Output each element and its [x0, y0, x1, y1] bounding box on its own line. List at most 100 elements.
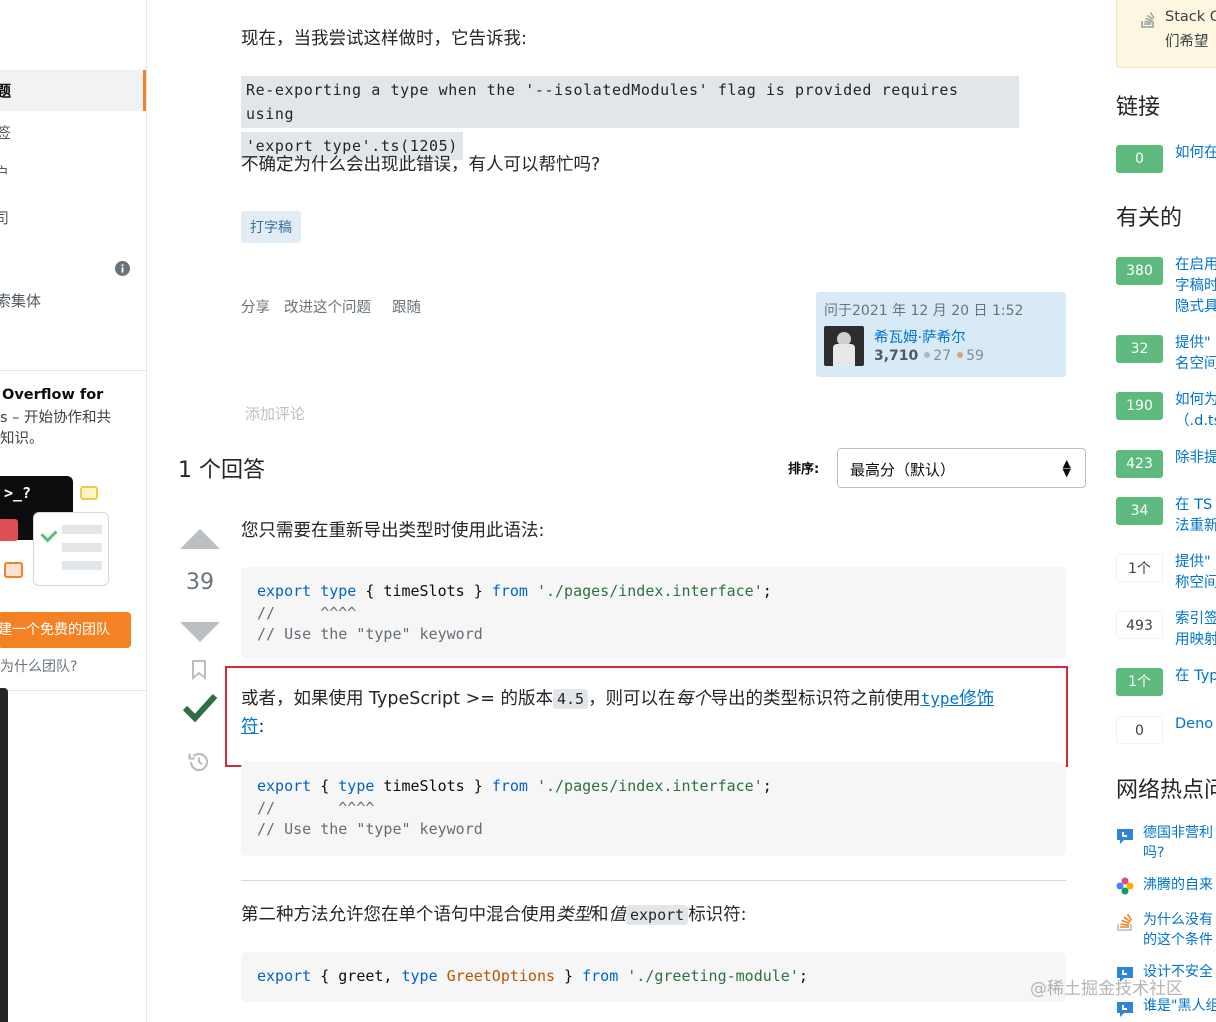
info-icon[interactable]: [115, 261, 130, 276]
downvote-button[interactable]: [180, 622, 220, 642]
divider: [0, 370, 146, 371]
related-score[interactable]: 34: [1116, 497, 1163, 525]
sort-select[interactable]: 最高分（默认） ▲ ▼: [837, 448, 1086, 488]
link-text: 符: [241, 717, 259, 737]
bookmark-icon[interactable]: [191, 660, 207, 680]
blog-link[interactable]: Stack O: [1165, 9, 1216, 25]
code-text: }: [555, 967, 583, 985]
teams-desc-line: 知识。: [0, 431, 44, 447]
left-sidebar: 题 签 户 司 索集体 Overflow for s – 开始协作和共 知识。 …: [0, 0, 147, 1022]
hot-question-link[interactable]: 德国非营利 吗?: [1143, 823, 1213, 863]
blog-text: 们希望: [1165, 34, 1209, 50]
related-score[interactable]: 423: [1116, 450, 1163, 478]
related-score[interactable]: 190: [1116, 392, 1163, 420]
related-question-link[interactable]: 提供" 称空间: [1175, 552, 1216, 594]
related-question-link[interactable]: Deno: [1175, 714, 1213, 735]
avatar[interactable]: [824, 326, 864, 366]
text-segment: 标识符:: [688, 905, 747, 925]
code-comment: // ^^^^: [257, 603, 357, 622]
link-line: 称空间: [1175, 575, 1216, 591]
code-type: GreetOptions: [446, 967, 556, 985]
question-paragraph: 现在，当我尝试这样做时，它告诉我:: [241, 29, 527, 49]
code-keyword: from: [491, 777, 528, 795]
divider: [241, 880, 1066, 881]
nav-item-companies[interactable]: 司: [0, 207, 9, 228]
code-keyword: export: [257, 777, 312, 795]
code-comment: // Use the "type" keyword: [257, 625, 483, 643]
select-arrows-icon: ▲ ▼: [1062, 457, 1071, 479]
nav-item-label: 题: [0, 80, 11, 101]
add-comment-link[interactable]: 添加评论: [245, 403, 305, 424]
answer-count-heading: 1 个回答: [178, 458, 265, 483]
linked-question-link[interactable]: 如何在: [1175, 143, 1216, 164]
accepted-checkmark-icon: [182, 693, 218, 723]
hot-question-link[interactable]: 沸腾的自来: [1143, 875, 1213, 895]
code-block: export { greet, type GreetOptions } from…: [241, 952, 1066, 1002]
code-text: {: [311, 777, 339, 795]
related-heading: 有关的: [1116, 206, 1183, 231]
related-score[interactable]: 380: [1116, 257, 1163, 285]
follow-link[interactable]: 跟随: [392, 296, 421, 317]
related-question-link[interactable]: 在 Typ: [1175, 666, 1216, 687]
related-score[interactable]: 1个: [1116, 668, 1163, 696]
code-keyword: export: [257, 582, 312, 600]
emphasis-text: 值: [608, 905, 627, 925]
sort-label: 排序:: [788, 462, 820, 477]
improve-question-link[interactable]: 改进这个问题: [284, 296, 371, 317]
related-score[interactable]: 32: [1116, 335, 1163, 363]
teams-illustration: >_?: [0, 476, 112, 588]
related-question-link[interactable]: 在启用 字稿时 隐式具: [1175, 255, 1216, 318]
code-text: ;: [762, 582, 772, 600]
divider: [0, 690, 146, 691]
hot-question-link[interactable]: 为什么没有 的这个条件: [1143, 910, 1213, 950]
nav-item-explore-collectives[interactable]: 索集体: [0, 290, 41, 311]
linked-heading: 链接: [1116, 95, 1161, 120]
nav-item-tags[interactable]: 签: [0, 122, 11, 143]
answer-paragraph: 您只需要在重新导出类型时使用此语法:: [241, 521, 545, 541]
related-question-link[interactable]: 索引签 用映射: [1175, 609, 1216, 651]
link-line: 字稿时: [1175, 278, 1216, 294]
code-text: { greet,: [311, 967, 402, 985]
teams-description: s – 开始协作和共 知识。: [0, 408, 146, 450]
chat-bubble-icon: [80, 486, 98, 500]
emphasis-text: 类型: [556, 905, 591, 925]
silver-badge-icon: [924, 352, 931, 358]
asked-timestamp: 问于2021 年 12 月 20 日 1:52: [824, 303, 1024, 319]
hot-question-link[interactable]: 谁是"黑人组: [1143, 996, 1216, 1016]
right-sidebar: Stack O 们希望 链接 0 如何在 有关的 380 在启用 字稿时 隐式具 3…: [1104, 0, 1216, 1022]
link-line: 德国非营利: [1143, 825, 1213, 841]
terminal-text: >_?: [4, 484, 32, 502]
code-block: export { type timeSlots } from './pages/…: [241, 762, 1066, 856]
upvote-button[interactable]: [180, 529, 220, 549]
related-score[interactable]: 493: [1116, 611, 1163, 639]
linked-score[interactable]: 0: [1116, 145, 1163, 173]
code-string: './pages/index.interface': [536, 582, 763, 600]
dark-panel-edge: [0, 688, 8, 1022]
owner-name-link[interactable]: 希瓦姆·萨希尔: [874, 326, 966, 347]
related-question-link[interactable]: 在 TS 法重新: [1175, 495, 1216, 537]
tag-typescript[interactable]: 打字稿: [241, 211, 301, 243]
link-line: 法重新: [1175, 518, 1216, 534]
code-comment: // ^^^^: [257, 798, 375, 817]
owner-reputation: 3,710 27 59: [874, 348, 984, 364]
vote-count: 39: [186, 570, 214, 595]
nav-item-questions[interactable]: 题: [0, 70, 146, 111]
link-line: 沸腾的自来: [1143, 877, 1213, 893]
nav-item-users[interactable]: 户: [0, 162, 9, 183]
text-segment: 导出的类型标识符之前使用: [710, 689, 921, 709]
text-segment: ，则可以在: [588, 689, 676, 709]
related-question-link[interactable]: 提供" 名空间: [1175, 333, 1216, 375]
answer-paragraph-highlighted: 或者，如果使用 TypeScript >= 的版本 4.5 ，则可以在每个导出的类型…: [241, 685, 1051, 741]
related-question-link[interactable]: 除非提: [1175, 448, 1216, 469]
teams-desc-line: s – 开始协作和共: [0, 410, 112, 426]
create-free-team-button[interactable]: 建一个免费的团队: [0, 612, 131, 648]
why-teams-link[interactable]: 为什么团队?: [0, 656, 77, 676]
link-line: 在 Typ: [1175, 668, 1216, 684]
related-score[interactable]: 0: [1116, 716, 1163, 744]
related-score[interactable]: 1个: [1116, 554, 1163, 582]
share-link[interactable]: 分享: [241, 296, 270, 317]
related-question-link[interactable]: 如何为 （.d.ts: [1175, 390, 1216, 432]
link-line: 的这个条件: [1143, 932, 1213, 948]
history-icon[interactable]: [187, 750, 211, 774]
